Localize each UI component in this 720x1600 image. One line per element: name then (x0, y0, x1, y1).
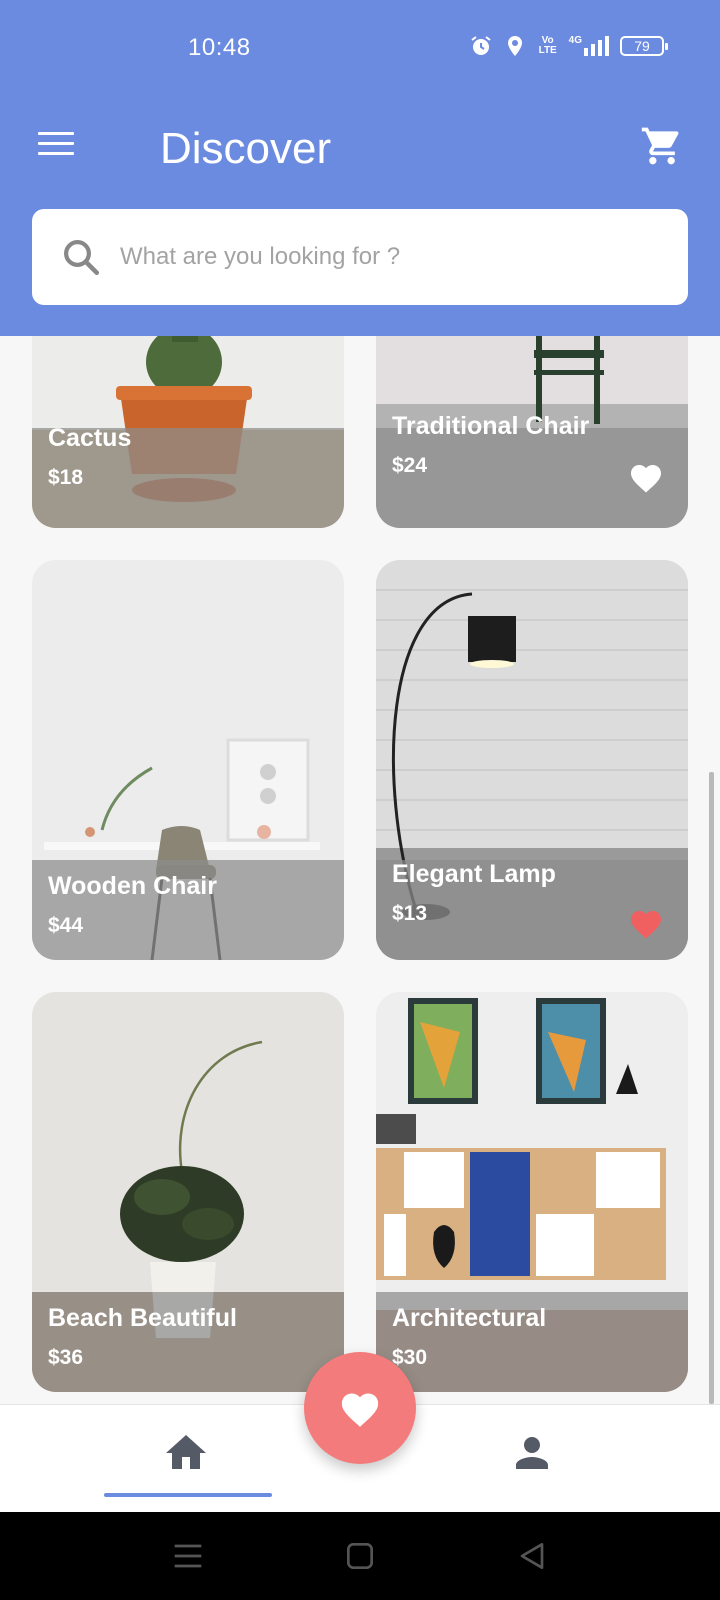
location-icon (507, 36, 522, 56)
volte-label: Vo LTE (538, 35, 557, 56)
page-title: Discover (160, 124, 332, 173)
search-input[interactable] (120, 232, 660, 282)
product-card-beach-beautiful[interactable]: Beach Beautiful $36 (32, 992, 344, 1392)
product-name: Architectural (392, 1304, 547, 1332)
status-bar: 10:48 Vo LTE 4G 79 (0, 0, 720, 96)
favorite-heart-icon[interactable] (628, 906, 664, 940)
heart-icon (341, 1393, 379, 1427)
product-card-elegant-lamp[interactable]: Elegant Lamp $13 (376, 560, 688, 960)
status-time: 10:48 (188, 34, 251, 61)
product-card-wooden-chair[interactable]: Wooden Chair $44 (32, 560, 344, 960)
hamburger-menu-icon[interactable] (38, 132, 74, 160)
product-price: $18 (48, 466, 84, 489)
network-type-label: 4G (568, 35, 582, 46)
product-name: Cactus (48, 424, 132, 452)
product-name: Traditional Chair (392, 412, 590, 440)
product-name: Beach Beautiful (48, 1304, 237, 1332)
recents-icon[interactable] (168, 1536, 208, 1576)
product-grid[interactable]: Cactus $18 Traditional Chair $24 Wooden … (0, 336, 720, 1404)
product-name: Elegant Lamp (392, 860, 556, 888)
product-card-traditional-chair[interactable]: Traditional Chair $24 (376, 336, 688, 528)
scrollbar[interactable] (709, 772, 714, 1404)
product-price: $44 (48, 914, 84, 937)
favorites-fab-button[interactable] (304, 1352, 416, 1464)
product-price: $24 (392, 454, 428, 477)
signal-group: 4G (569, 36, 610, 56)
product-price: $36 (48, 1346, 84, 1369)
back-triangle-icon[interactable] (512, 1536, 552, 1576)
app-header: 10:48 Vo LTE 4G 79 Discover (0, 0, 720, 336)
product-name: Wooden Chair (48, 872, 217, 900)
shopping-cart-icon[interactable] (640, 124, 684, 168)
home-icon[interactable] (162, 1429, 210, 1477)
system-navigation-bar (0, 1512, 720, 1600)
product-card-architectural[interactable]: Architectural $30 (376, 992, 688, 1392)
battery-indicator: 79 (620, 36, 668, 56)
active-tab-indicator (104, 1493, 272, 1497)
product-card-cactus[interactable]: Cactus $18 (32, 336, 344, 528)
status-icons: Vo LTE 4G 79 (469, 34, 668, 58)
signal-bars-icon (584, 36, 609, 56)
alarm-icon (471, 36, 491, 55)
profile-icon[interactable] (508, 1429, 556, 1477)
home-square-icon[interactable] (340, 1536, 380, 1576)
search-icon (64, 240, 100, 276)
favorite-heart-icon[interactable] (628, 460, 664, 494)
product-price: $13 (392, 902, 428, 925)
